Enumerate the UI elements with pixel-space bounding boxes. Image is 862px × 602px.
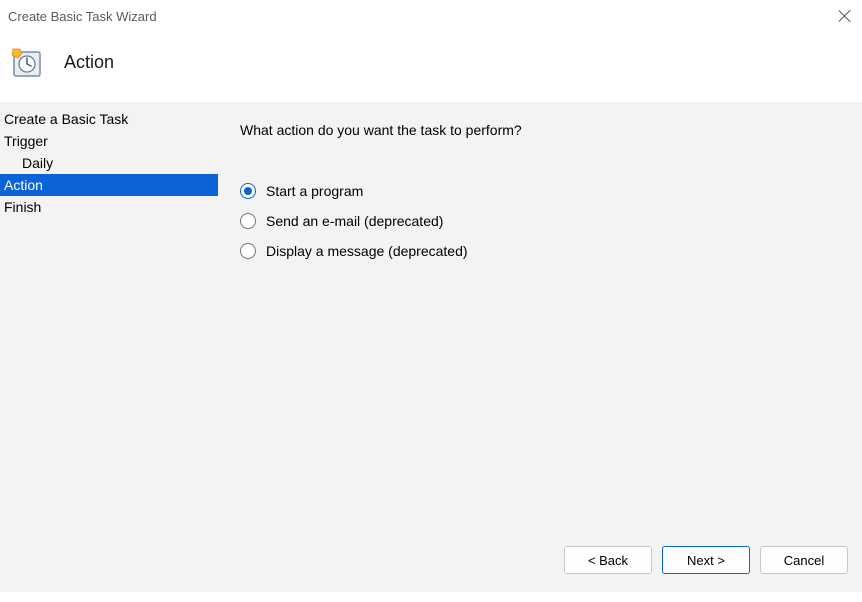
radio-icon — [240, 213, 256, 229]
option-label: Display a message (deprecated) — [266, 243, 468, 259]
option-send-email[interactable]: Send an e-mail (deprecated) — [240, 213, 842, 229]
wizard-main: What action do you want the task to perf… — [218, 102, 862, 534]
radio-icon — [240, 243, 256, 259]
wizard-body: Create a Basic Task Trigger Daily Action… — [0, 102, 862, 534]
cancel-button[interactable]: Cancel — [760, 546, 848, 574]
task-scheduler-icon — [10, 46, 42, 78]
next-button[interactable]: Next > — [662, 546, 750, 574]
window-title: Create Basic Task Wizard — [8, 9, 157, 24]
option-label: Send an e-mail (deprecated) — [266, 213, 443, 229]
option-display-message[interactable]: Display a message (deprecated) — [240, 243, 842, 259]
step-action[interactable]: Action — [0, 174, 218, 196]
wizard-steps-sidebar: Create a Basic Task Trigger Daily Action… — [0, 102, 218, 534]
step-trigger[interactable]: Trigger — [0, 130, 218, 152]
step-daily[interactable]: Daily — [0, 152, 218, 174]
action-prompt: What action do you want the task to perf… — [240, 122, 842, 138]
step-finish[interactable]: Finish — [0, 196, 218, 218]
step-create-basic-task[interactable]: Create a Basic Task — [0, 108, 218, 130]
page-title: Action — [64, 52, 114, 73]
wizard-footer: < Back Next > Cancel — [0, 534, 862, 592]
option-label: Start a program — [266, 183, 363, 199]
back-button[interactable]: < Back — [564, 546, 652, 574]
radio-icon — [240, 183, 256, 199]
titlebar: Create Basic Task Wizard — [0, 0, 862, 32]
wizard-header: Action — [0, 32, 862, 102]
close-icon[interactable] — [838, 9, 852, 23]
option-start-program[interactable]: Start a program — [240, 183, 842, 199]
